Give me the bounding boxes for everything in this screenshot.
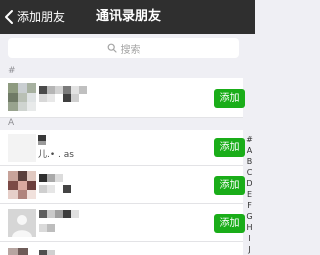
blurred-name	[55, 86, 63, 94]
blurred-name	[47, 86, 55, 94]
blurred-name	[47, 174, 55, 182]
search-area: 搜索	[0, 34, 255, 62]
blurred-detail	[63, 94, 71, 102]
index-letter[interactable]: D	[244, 178, 255, 189]
index-letter[interactable]: H	[244, 222, 255, 233]
screen: 添加朋友 通讯录朋友 搜索 # 添加 A 儿.• . as 添加 添加 添加 #…	[0, 0, 255, 255]
section-header-a: A	[0, 118, 255, 130]
blurred-name	[47, 250, 55, 255]
index-letter[interactable]: I	[244, 233, 255, 244]
index-letter[interactable]: F	[244, 200, 255, 211]
blurred-detail	[47, 224, 55, 232]
blurred-name	[38, 141, 46, 145]
index-letter[interactable]: G	[244, 211, 255, 222]
index-letter[interactable]: #	[244, 134, 255, 145]
section-letter: A	[8, 118, 15, 128]
blurred-detail	[63, 185, 71, 193]
blurred-name	[63, 86, 71, 94]
page-title: 通讯录朋友	[96, 9, 162, 24]
add-button[interactable]: 添加	[214, 138, 245, 157]
blurred-detail	[39, 185, 47, 193]
blurred-detail	[47, 185, 55, 193]
contact-row[interactable]: 添加	[0, 78, 245, 118]
avatar	[8, 248, 18, 255]
blurred-name	[55, 210, 63, 218]
avatar	[18, 248, 28, 255]
index-letter[interactable]: C	[244, 167, 255, 178]
alphabet-index-bar[interactable]: # A B C D E F G H I J	[244, 134, 255, 255]
blurred-detail	[47, 94, 55, 102]
avatar	[8, 134, 36, 162]
blurred-name	[71, 86, 79, 94]
blurred-detail	[39, 94, 47, 102]
index-letter[interactable]: E	[244, 189, 255, 200]
blurred-name	[55, 174, 63, 182]
contact-detail-text: 儿.• . as	[38, 150, 74, 160]
blurred-name	[39, 210, 47, 218]
blurred-name	[71, 210, 79, 218]
navigation-bar: 添加朋友 通讯录朋友	[0, 0, 255, 34]
blurred-name	[39, 174, 47, 182]
index-letter[interactable]: B	[244, 156, 255, 167]
blurred-detail	[71, 94, 79, 102]
contact-row[interactable]: 儿.• . as 添加	[0, 130, 245, 166]
back-label: 添加朋友	[17, 10, 66, 24]
chevron-left-icon	[5, 10, 13, 24]
back-button[interactable]: 添加朋友	[2, 8, 65, 26]
search-icon	[107, 43, 117, 53]
avatar	[8, 83, 36, 111]
blurred-name	[47, 210, 55, 218]
index-letter[interactable]: A	[244, 145, 255, 156]
blurred-name	[79, 86, 87, 94]
add-button[interactable]: 添加	[214, 214, 245, 233]
add-button[interactable]: 添加	[214, 176, 245, 195]
contact-row[interactable]: 添加	[0, 166, 245, 204]
search-placeholder: 搜索	[120, 44, 141, 56]
index-letter[interactable]: J	[244, 244, 255, 255]
default-avatar-icon	[8, 209, 36, 237]
contact-row[interactable]: 添加	[0, 204, 245, 242]
blurred-name	[39, 86, 47, 94]
blurred-name	[63, 210, 71, 218]
contact-row[interactable]	[0, 242, 243, 255]
section-header-hash: #	[0, 66, 255, 78]
add-button[interactable]: 添加	[214, 89, 245, 108]
blurred-name	[39, 250, 47, 255]
search-input[interactable]: 搜索	[8, 38, 239, 58]
blurred-detail	[39, 224, 47, 232]
avatar	[8, 171, 36, 199]
section-letter: #	[8, 66, 16, 76]
avatar	[8, 209, 36, 237]
